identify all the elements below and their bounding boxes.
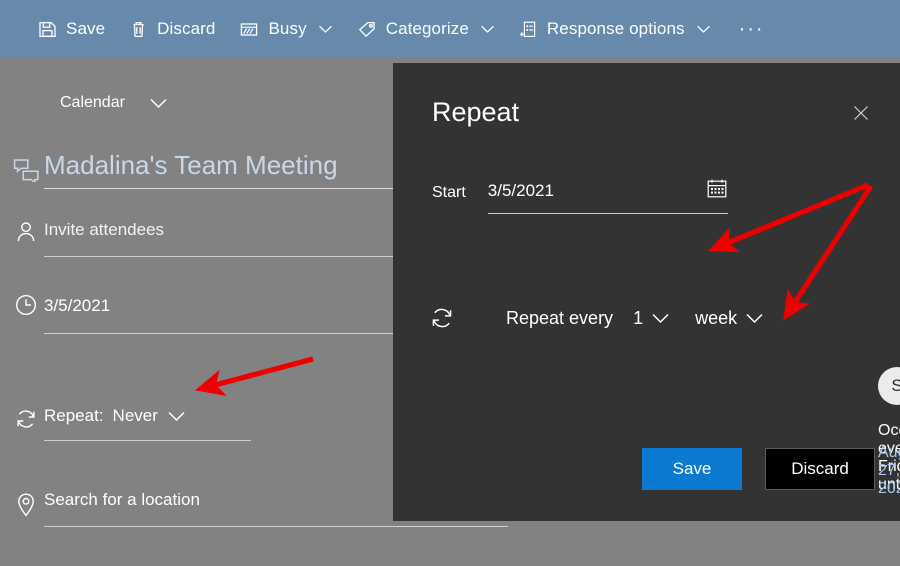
repeat-icon — [429, 305, 455, 331]
tag-icon — [357, 20, 377, 39]
repeat-unit-selector[interactable]: week — [695, 308, 764, 329]
toolbar-busy-button[interactable]: Busy — [227, 0, 344, 58]
repeat-every-label: Repeat every — [506, 307, 614, 328]
clock-icon — [8, 293, 44, 317]
calendar-selector-label: Calendar — [60, 94, 125, 111]
message-icon — [8, 150, 44, 182]
response-options-icon — [519, 20, 538, 39]
toolbar-discard-label: Discard — [157, 19, 216, 38]
toolbar-response-options-label: Response options — [546, 19, 685, 38]
toolbar-categorize-label: Categorize — [385, 19, 469, 38]
calendar-selector[interactable]: Calendar — [60, 94, 168, 112]
app-window: Save Discard Busy Categorize Response op… — [0, 0, 900, 566]
trash-icon — [129, 20, 148, 39]
toolbar-discard-button[interactable]: Discard — [117, 0, 227, 58]
toolbar-categorize-button[interactable]: Categorize — [345, 0, 507, 58]
chevron-down-icon — [167, 410, 186, 422]
repeat-label: Repeat: — [44, 406, 104, 425]
repeat-dialog-title: Repeat — [432, 97, 520, 127]
dialog-actions: Save Discard — [393, 448, 900, 490]
command-toolbar: Save Discard Busy Categorize Response op… — [0, 0, 900, 58]
repeat-start-date-value: 3/5/2021 — [487, 181, 554, 200]
chevron-down-icon — [318, 24, 333, 34]
calendar-icon[interactable] — [706, 178, 728, 204]
chevron-down-icon — [149, 97, 168, 109]
location-pin-icon — [8, 490, 44, 518]
repeat-selector[interactable]: Repeat: Never — [44, 406, 251, 441]
weekday-sunday[interactable]: S — [878, 367, 900, 405]
toolbar-overflow-button[interactable]: ··· — [727, 0, 777, 58]
toolbar-save-label: Save — [66, 19, 106, 38]
repeat-value: Never — [112, 406, 158, 425]
close-icon[interactable] — [844, 96, 878, 130]
repeat-interval-value: 1 — [633, 307, 644, 328]
event-date-value: 3/5/2021 — [44, 296, 111, 315]
dialog-discard-button[interactable]: Discard — [765, 448, 875, 490]
repeat-start-row: Start 3/5/2021 — [432, 178, 728, 214]
chevron-down-icon — [480, 24, 495, 34]
repeat-icon — [8, 406, 44, 431]
weekday-selector: S M T W T F S — [878, 367, 900, 405]
dialog-save-button[interactable]: Save — [642, 448, 742, 490]
repeat-start-label: Start — [432, 184, 466, 201]
save-icon — [38, 20, 57, 39]
toolbar-save-button[interactable]: Save — [26, 0, 117, 58]
repeat-dialog: Repeat Start 3/5/2021 Repeat every 1 wee… — [393, 63, 900, 521]
toolbar-response-options-button[interactable]: Response options — [507, 0, 723, 58]
chevron-down-icon — [696, 24, 711, 34]
chevron-down-icon — [651, 312, 670, 324]
person-icon — [8, 220, 44, 244]
repeat-every-row: Repeat every 1 week — [429, 305, 764, 331]
toolbar-busy-label: Busy — [268, 19, 307, 38]
busy-icon — [239, 20, 259, 39]
repeat-start-date-input[interactable]: 3/5/2021 — [487, 178, 728, 214]
chevron-down-icon — [745, 312, 764, 324]
repeat-unit-value: week — [695, 307, 738, 328]
repeat-interval-selector[interactable]: 1 — [633, 308, 670, 329]
